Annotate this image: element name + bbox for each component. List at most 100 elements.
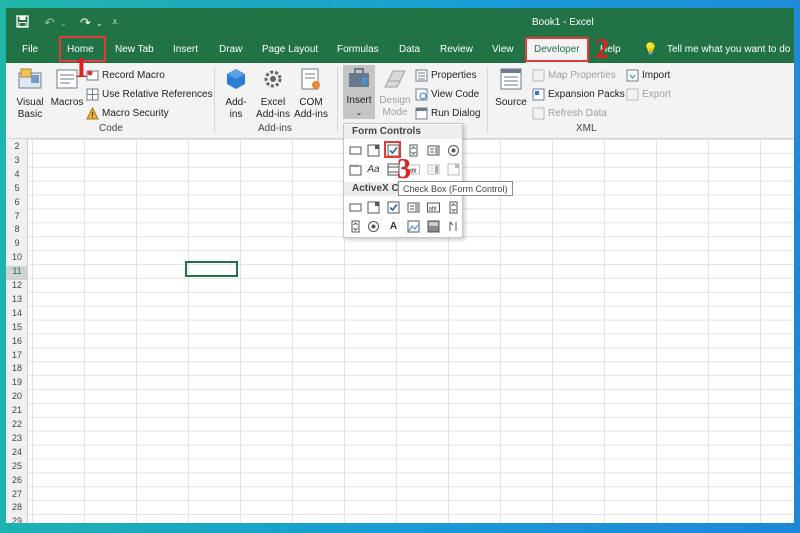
export-label: Export xyxy=(642,89,671,100)
row-header[interactable]: 22 xyxy=(6,419,28,433)
toggle-button-activex-icon[interactable] xyxy=(426,219,441,234)
step-marker-3: 3 xyxy=(397,154,411,185)
map-properties-label: Map Properties xyxy=(548,70,616,81)
row-header[interactable]: 26 xyxy=(6,475,28,489)
row-header[interactable]: 12 xyxy=(6,280,28,294)
group-box-form-control-icon[interactable]: XYZ xyxy=(348,162,363,177)
row-header[interactable]: 8 xyxy=(6,224,28,238)
list-box-activex-icon[interactable] xyxy=(406,200,421,215)
excel-addins-button[interactable]: Excel Add-ins xyxy=(254,67,292,121)
row-header[interactable]: 20 xyxy=(6,391,28,405)
run-dialog-label: Run Dialog xyxy=(431,108,481,119)
save-icon[interactable] xyxy=(16,15,29,31)
active-cell[interactable] xyxy=(185,261,238,277)
row-header[interactable]: 14 xyxy=(6,308,28,322)
tab-insert[interactable]: Insert xyxy=(173,44,198,55)
label-activex-icon[interactable]: A xyxy=(386,219,401,234)
xml-group-label: XML xyxy=(576,123,597,134)
tab-new-tab[interactable]: New Tab xyxy=(115,44,154,55)
row-header[interactable]: 28 xyxy=(6,502,28,516)
check-box-activex-icon[interactable] xyxy=(386,200,401,215)
row-header[interactable]: 9 xyxy=(6,238,28,252)
macro-security-button[interactable]: Macro Security xyxy=(86,107,169,120)
tab-formulas[interactable]: Formulas xyxy=(337,44,379,55)
record-macro-button[interactable]: Record Macro xyxy=(86,69,165,82)
import-icon xyxy=(626,69,639,82)
row-header[interactable]: 29 xyxy=(6,516,28,523)
tab-view[interactable]: View xyxy=(492,44,514,55)
label-form-control-icon[interactable]: Aa xyxy=(366,162,381,177)
view-code-button[interactable]: View Code xyxy=(415,88,479,101)
row-header[interactable]: 2 xyxy=(6,141,28,155)
refresh-data-button[interactable]: Refresh Data xyxy=(532,107,607,120)
addins-button[interactable]: Add-ins xyxy=(220,67,252,121)
source-button[interactable]: Source xyxy=(493,67,529,109)
row-header[interactable]: 23 xyxy=(6,433,28,447)
tab-page-layout[interactable]: Page Layout xyxy=(262,44,318,55)
design-mode-button[interactable]: Design Mode xyxy=(378,67,412,119)
spin-button-activex-icon[interactable] xyxy=(348,219,363,234)
customize-toolbar-icon[interactable]: ⩡ xyxy=(112,17,118,28)
export-button[interactable]: Export xyxy=(626,88,671,101)
row-header[interactable]: 10 xyxy=(6,252,28,266)
scroll-bar-activex-icon[interactable] xyxy=(446,200,461,215)
redo-dropdown-icon[interactable]: ⌄ xyxy=(96,19,103,28)
undo-icon[interactable]: ↶ xyxy=(44,15,55,31)
use-relative-references-button[interactable]: Use Relative References xyxy=(86,88,213,101)
row-header[interactable]: 11 xyxy=(6,266,28,280)
expansion-packs-label: Expansion Packs xyxy=(548,89,625,100)
row-header[interactable]: 15 xyxy=(6,322,28,336)
row-header[interactable]: 27 xyxy=(6,489,28,503)
gear-icon xyxy=(254,67,292,95)
tab-review[interactable]: Review xyxy=(440,44,473,55)
row-header[interactable]: 5 xyxy=(6,183,28,197)
run-dialog-button[interactable]: Run Dialog xyxy=(415,107,480,120)
combo-drop-down-form-control-icon[interactable] xyxy=(446,162,461,177)
option-button-activex-icon[interactable] xyxy=(366,219,381,234)
properties-button[interactable]: Properties xyxy=(415,69,477,82)
row-header[interactable]: 21 xyxy=(6,405,28,419)
com-addins-button[interactable]: COM Add-ins xyxy=(294,67,328,121)
row-header[interactable]: 19 xyxy=(6,377,28,391)
visual-basic-label: Visual Basic xyxy=(16,97,44,120)
map-properties-icon xyxy=(532,69,545,82)
row-header[interactable]: 24 xyxy=(6,447,28,461)
svg-text:XYZ: XYZ xyxy=(350,163,358,168)
group-separator xyxy=(337,67,338,133)
row-header[interactable]: 7 xyxy=(6,211,28,225)
macros-label: Macros xyxy=(50,97,84,108)
command-button-activex-icon[interactable] xyxy=(348,200,363,215)
row-header[interactable]: 16 xyxy=(6,336,28,350)
tab-data[interactable]: Data xyxy=(399,44,420,55)
row-header[interactable]: 4 xyxy=(6,169,28,183)
com-addins-label: COM Add-ins xyxy=(294,97,328,120)
tell-me-search[interactable]: Tell me what you want to do xyxy=(667,44,790,55)
list-box-form-control-icon[interactable] xyxy=(426,143,441,158)
map-properties-button[interactable]: Map Properties xyxy=(532,69,616,82)
combo-box-form-control-icon[interactable] xyxy=(366,143,381,158)
import-button[interactable]: Import xyxy=(626,69,670,82)
combo-list-edit-form-control-icon[interactable] xyxy=(426,162,441,177)
row-header[interactable]: 18 xyxy=(6,363,28,377)
undo-dropdown-icon[interactable]: ⌄ xyxy=(60,19,67,28)
text-box-activex-icon[interactable]: abl xyxy=(426,200,441,215)
button-form-control-icon[interactable] xyxy=(348,143,363,158)
view-code-icon xyxy=(415,88,428,101)
combo-box-activex-icon[interactable] xyxy=(366,200,381,215)
tab-draw[interactable]: Draw xyxy=(219,44,242,55)
row-header[interactable]: 17 xyxy=(6,350,28,364)
redo-icon[interactable]: ↷ xyxy=(80,15,91,31)
tab-file[interactable]: File xyxy=(22,44,38,55)
visual-basic-button[interactable]: Visual Basic xyxy=(12,67,48,121)
option-button-form-control-icon[interactable] xyxy=(446,143,461,158)
row-header[interactable]: 25 xyxy=(6,461,28,475)
group-separator xyxy=(214,67,215,133)
insert-label: Insert xyxy=(346,95,372,106)
row-header[interactable]: 3 xyxy=(6,155,28,169)
expansion-packs-button[interactable]: Expansion Packs xyxy=(532,88,625,101)
more-controls-activex-icon[interactable] xyxy=(446,219,461,234)
row-header[interactable]: 13 xyxy=(6,294,28,308)
insert-controls-button[interactable]: Insert ⌄ xyxy=(343,65,375,119)
row-header[interactable]: 6 xyxy=(6,197,28,211)
image-activex-icon[interactable] xyxy=(406,219,421,234)
